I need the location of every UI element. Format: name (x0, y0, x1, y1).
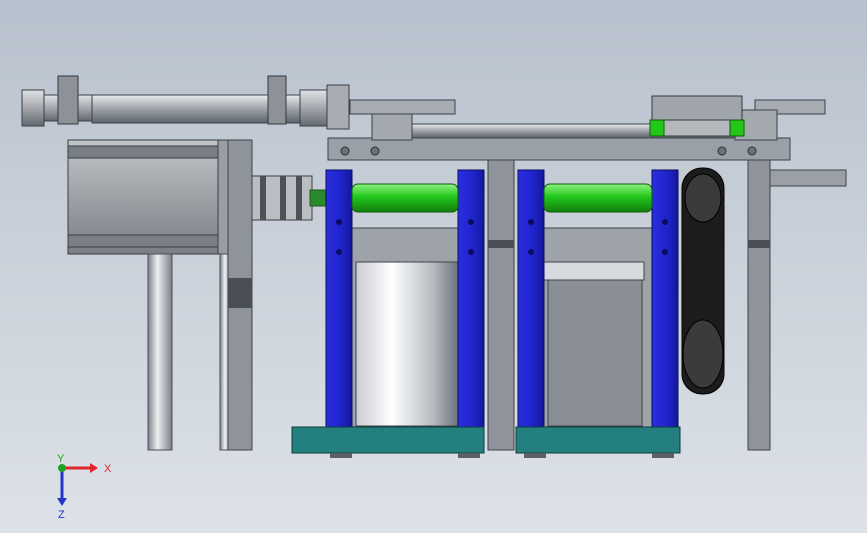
left-air-cylinder[interactable] (21, 75, 350, 130)
timing-belt[interactable] (681, 167, 725, 395)
bolt-icon (370, 146, 380, 156)
top-rail-assembly[interactable] (327, 95, 826, 161)
drum-right[interactable] (543, 227, 655, 429)
stepper-motor[interactable] (67, 139, 331, 255)
bolt-icon (717, 146, 727, 156)
bolt-icon (468, 249, 474, 255)
bolt-icon (662, 219, 668, 225)
bolt-icon (336, 219, 342, 225)
teal-base-plates (291, 426, 681, 458)
triad-x-label: X (104, 463, 112, 475)
triad-y-label: Y (57, 453, 65, 465)
cad-model[interactable]: X Y Z (0, 0, 867, 533)
drum-left[interactable] (351, 227, 463, 429)
graphics-viewport[interactable]: X Y Z (0, 0, 867, 533)
bolt-icon (747, 146, 757, 156)
bolt-icon (340, 146, 350, 156)
triad-z-label: Z (58, 509, 65, 521)
bolt-icon (662, 249, 668, 255)
bolt-icon (336, 249, 342, 255)
bolt-icon (528, 249, 534, 255)
axis-triad-icon: X Y Z (57, 453, 112, 521)
bolt-icon (468, 219, 474, 225)
bolt-icon (528, 219, 534, 225)
